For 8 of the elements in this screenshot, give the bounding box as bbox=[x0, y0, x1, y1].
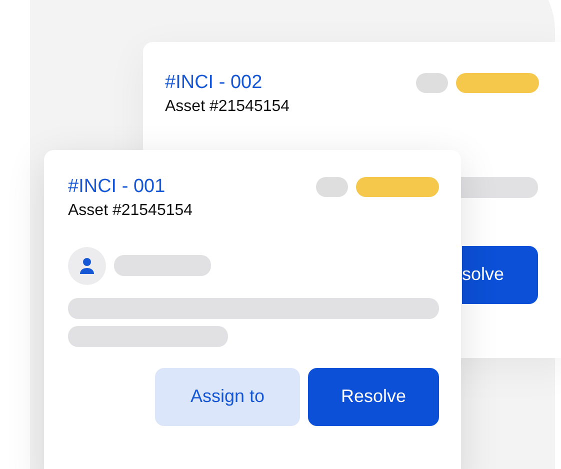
asset-number: Asset #21545154 bbox=[164, 96, 291, 117]
assign-button[interactable]: Assign to bbox=[155, 368, 300, 426]
avatar-icon bbox=[68, 246, 106, 285]
incident-id: #INCI - 002 bbox=[165, 72, 262, 95]
asset-number: Asset #21545154 bbox=[68, 200, 194, 221]
incident-id: #INCI - 001 bbox=[68, 176, 166, 199]
resolve-button[interactable]: Resolve bbox=[308, 368, 439, 426]
resolve-button[interactable]: solve bbox=[462, 246, 538, 304]
